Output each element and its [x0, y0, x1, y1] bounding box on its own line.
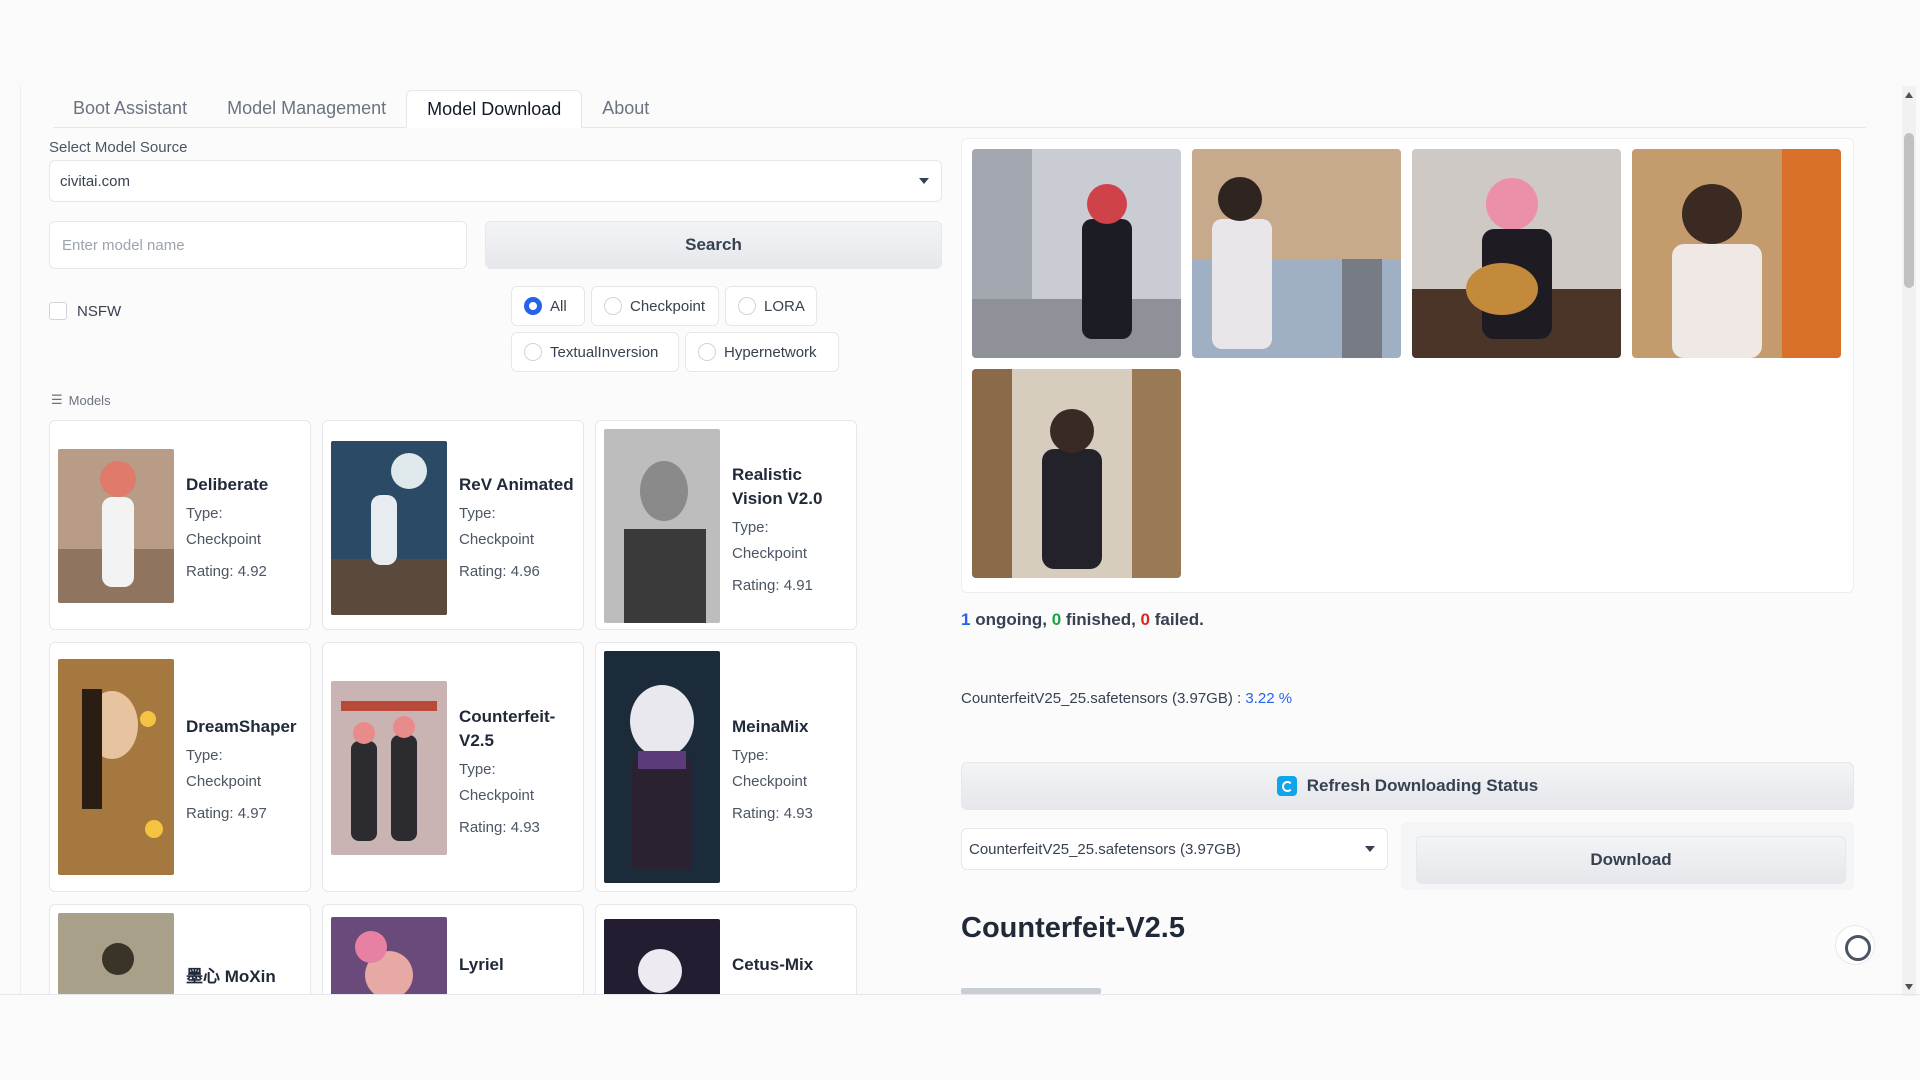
model-type: Type: Checkpoint	[186, 505, 262, 548]
model-rating: Rating: 4.97	[186, 805, 267, 822]
radio-icon	[604, 297, 622, 315]
progress-file: CounterfeitV25_25.safetensors (3.97GB) :	[961, 690, 1242, 707]
model-name: 墨心 MoXin	[186, 967, 276, 986]
scroll-thumb[interactable]	[1904, 133, 1914, 288]
model-name: Counterfeit-V2.5	[459, 707, 556, 750]
model-name-input[interactable]	[49, 221, 467, 269]
filter-hypernetwork[interactable]: Hypernetwork	[685, 332, 839, 372]
progress-percent: 3.22 %	[1245, 690, 1293, 707]
model-name: Deliberate	[186, 475, 269, 494]
model-source-value: civitai.com	[60, 172, 131, 190]
filter-checkpoint[interactable]: Checkpoint	[591, 286, 719, 326]
model-name: Lyriel	[459, 955, 504, 974]
download-file-value: CounterfeitV25_25.safetensors (3.97GB)	[969, 840, 1241, 858]
filter-label: TextualInversion	[550, 343, 659, 361]
tab-boot-assistant[interactable]: Boot Assistant	[53, 89, 207, 127]
model-rating: Rating: 4.91	[732, 577, 813, 594]
model-thumbnail	[331, 681, 447, 855]
preview-image[interactable]	[1412, 149, 1621, 358]
tab-model-download[interactable]: Model Download	[406, 90, 583, 128]
model-card-deliberate[interactable]: Deliberate Type: Checkpoint Rating: 4.92	[49, 420, 311, 630]
chevron-down-icon	[1365, 846, 1375, 852]
refresh-icon	[1276, 776, 1297, 796]
model-name: Cetus-Mix	[732, 955, 814, 974]
model-card-cetus-mix[interactable]: Cetus-Mix	[595, 904, 857, 994]
download-button[interactable]: Download	[1416, 836, 1846, 884]
search-button[interactable]: Search	[485, 221, 942, 269]
chevron-down-icon	[919, 178, 929, 184]
model-thumbnail	[604, 651, 720, 883]
divider	[0, 994, 1920, 995]
failed-count: 0	[1140, 610, 1151, 629]
model-card-meinamix[interactable]: MeinaMix Type: Checkpoint Rating: 4.93	[595, 642, 857, 892]
filter-label: All	[550, 297, 567, 315]
scrollbar[interactable]	[1902, 86, 1916, 996]
model-card-realistic-vision[interactable]: Realistic Vision V2.0 Type: Checkpoint Ra…	[595, 420, 857, 630]
model-card-lyriel[interactable]: Lyriel	[322, 904, 584, 994]
preview-gallery	[961, 138, 1854, 593]
model-card-dreamshaper[interactable]: DreamShaper Type: Checkpoint Rating: 4.97	[49, 642, 311, 892]
refresh-status-button[interactable]: Refresh Downloading Status	[961, 762, 1854, 810]
scroll-down-icon[interactable]	[1905, 984, 1913, 990]
radio-icon	[524, 343, 542, 361]
model-rating: Rating: 4.93	[732, 805, 813, 822]
model-thumbnail	[58, 913, 174, 994]
radio-selected-icon	[524, 297, 542, 315]
radio-icon	[698, 343, 716, 361]
model-type: Type: Checkpoint	[732, 519, 808, 562]
filter-lora[interactable]: LORA	[725, 286, 817, 326]
scroll-up-icon[interactable]	[1905, 92, 1913, 98]
assistant-icon[interactable]	[1835, 925, 1875, 965]
filter-all[interactable]: All	[511, 286, 585, 326]
finished-count: 0	[1051, 610, 1062, 629]
preview-image[interactable]	[972, 369, 1181, 578]
tab-bar: Boot Assistant Model Management Model Do…	[53, 90, 1866, 128]
nsfw-checkbox[interactable]: NSFW	[49, 302, 121, 320]
filter-label: LORA	[764, 297, 805, 315]
preview-image[interactable]	[1192, 149, 1401, 358]
download-progress: CounterfeitV25_25.safetensors (3.97GB) :…	[961, 690, 1292, 707]
ongoing-count: 1	[961, 610, 971, 629]
selected-model-title: Counterfeit-V2.5	[961, 912, 1185, 944]
model-thumbnail	[604, 429, 720, 623]
model-card-rev-animated[interactable]: ReV Animated Type: Checkpoint Rating: 4.9…	[322, 420, 584, 630]
model-type: Type: Checkpoint	[459, 761, 535, 804]
model-name: DreamShaper	[186, 717, 297, 736]
list-icon: ☰	[51, 392, 63, 407]
preview-image[interactable]	[1632, 149, 1841, 358]
checkbox-box[interactable]	[49, 302, 67, 320]
model-type: Type: Checkpoint	[732, 747, 808, 790]
filter-label: Checkpoint	[630, 297, 706, 315]
model-thumbnail	[331, 917, 447, 994]
model-card-moxin[interactable]: 墨心 MoXin	[49, 904, 311, 994]
model-rating: Rating: 4.92	[186, 563, 267, 580]
model-thumbnail	[58, 659, 174, 875]
filter-textualinversion[interactable]: TextualInversion	[511, 332, 679, 372]
nsfw-label: NSFW	[77, 302, 122, 320]
tab-model-management[interactable]: Model Management	[207, 89, 406, 127]
model-type: Type: Checkpoint	[459, 505, 535, 548]
model-thumbnail	[331, 441, 447, 615]
model-rating: Rating: 4.93	[459, 819, 540, 836]
model-card-counterfeit[interactable]: Counterfeit-V2.5 Type: Checkpoint Rating:…	[322, 642, 584, 892]
model-source-select[interactable]: civitai.com	[49, 160, 942, 202]
preview-image[interactable]	[972, 149, 1181, 358]
model-rating: Rating: 4.96	[459, 563, 540, 580]
radio-icon	[738, 297, 756, 315]
app-frame: Boot Assistant Model Management Model Do…	[20, 86, 1866, 994]
models-section-label: ☰ Models	[51, 392, 111, 408]
model-thumbnail	[604, 919, 720, 994]
tab-about[interactable]: About	[582, 89, 669, 127]
download-file-select[interactable]: CounterfeitV25_25.safetensors (3.97GB)	[961, 828, 1388, 870]
model-name: Realistic Vision V2.0	[732, 465, 823, 508]
model-name: MeinaMix	[732, 717, 809, 736]
model-thumbnail	[58, 449, 174, 603]
filter-label: Hypernetwork	[724, 343, 817, 361]
download-status-summary: 1 ongoing, 0 finished, 0 failed.	[961, 610, 1204, 629]
model-source-label: Select Model Source	[49, 139, 188, 156]
model-name: ReV Animated	[459, 475, 574, 494]
model-type: Type: Checkpoint	[186, 747, 262, 790]
